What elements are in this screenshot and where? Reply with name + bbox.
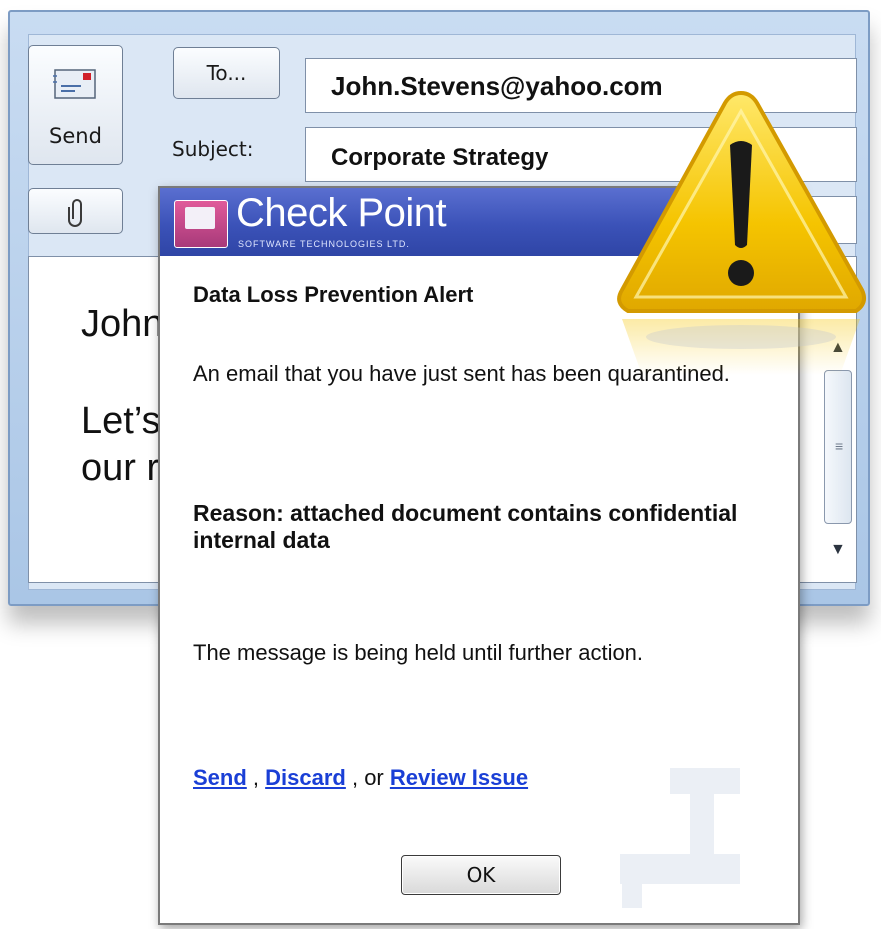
warning-icon bbox=[617, 90, 866, 375]
link-separator: , bbox=[246, 765, 266, 790]
send-button[interactable]: Send bbox=[28, 45, 123, 165]
brand-name: Check Point bbox=[236, 191, 447, 235]
link-separator: , or bbox=[345, 765, 390, 790]
body-line: John bbox=[81, 303, 164, 345]
to-button[interactable]: To... bbox=[173, 47, 280, 99]
subject-label: Subject: bbox=[172, 137, 254, 161]
body-line: our r bbox=[81, 447, 160, 489]
scroll-down-icon[interactable]: ▼ bbox=[830, 542, 846, 558]
send-link[interactable]: Send bbox=[193, 765, 247, 790]
dialog-reason: Reason: attached document contains confi… bbox=[193, 500, 738, 553]
brand-subtitle: SOFTWARE TECHNOLOGIES LTD. bbox=[238, 239, 410, 249]
discard-link[interactable]: Discard bbox=[265, 765, 346, 790]
ok-button[interactable]: OK bbox=[401, 855, 561, 895]
body-line: Let’s bbox=[81, 400, 161, 442]
review-issue-link[interactable]: Review Issue bbox=[390, 765, 528, 790]
checkpoint-logo-icon bbox=[174, 200, 228, 248]
paperclip-icon bbox=[68, 199, 82, 227]
attach-button[interactable] bbox=[28, 188, 123, 234]
dialog-held-notice: The message is being held until further … bbox=[193, 640, 644, 665]
faucet-icon bbox=[620, 768, 740, 908]
grip-icon: ≡ bbox=[835, 438, 844, 454]
send-button-label: Send bbox=[49, 124, 102, 148]
envelope-icon bbox=[53, 69, 96, 99]
